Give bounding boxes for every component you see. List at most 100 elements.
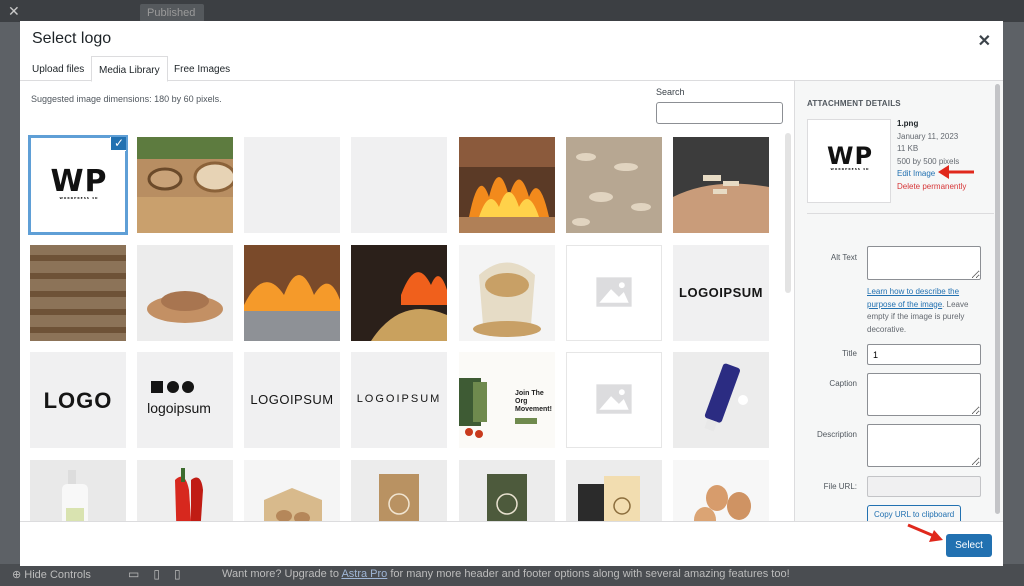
logoipsum-wave-text: LOGOIPSUM — [356, 393, 442, 405]
green-bag-photo — [459, 460, 555, 521]
attachment-chili-pepper[interactable] — [137, 460, 233, 521]
attachment-logo-block[interactable]: LOGO — [30, 352, 126, 448]
promo-suffix: for many more header and footer options … — [387, 568, 790, 580]
eggs-photo — [673, 460, 769, 521]
attachment-wood-slices-pellets[interactable] — [137, 137, 233, 233]
attachment-pellet-sack[interactable] — [459, 245, 555, 341]
details-divider — [807, 213, 994, 214]
arrow-to-edit-image-icon — [938, 165, 974, 179]
attachment-wp-logo[interactable]: WP WORDPRESS 4D ✓ — [28, 135, 128, 235]
wp-logo-letters: WP — [50, 164, 108, 199]
attachment-logoipsum-bold[interactable]: LOGOIPSUM — [673, 245, 769, 341]
alt-text-label: Alt Text — [830, 253, 857, 262]
close-customizer-icon[interactable]: ✕ — [8, 3, 20, 20]
attachment-stove-pellets[interactable] — [351, 245, 447, 341]
description-field[interactable] — [867, 424, 981, 467]
wp-logo-image: WP WORDPRESS 4D — [823, 144, 877, 171]
device-preview-icons[interactable]: ▭▯▯ — [128, 567, 195, 581]
media-router-tabs: Upload files Media Library Free Images — [20, 56, 1003, 82]
modal-toolbar: Select — [20, 521, 1003, 566]
close-icon[interactable]: ✕ — [978, 31, 991, 51]
logoipsum-bold-text: LOGOIPSUM — [679, 285, 763, 300]
wp-logo-subtitle: WORDPRESS 4D — [830, 167, 870, 171]
arrow-to-select-button-icon — [907, 523, 943, 542]
stacked-planks-photo — [30, 245, 126, 341]
select-button[interactable]: Select — [946, 534, 992, 557]
attachment-kraft-bag[interactable] — [351, 460, 447, 521]
delete-permanently-link[interactable]: Delete permanently — [897, 181, 966, 194]
attachment-wood-shavings[interactable] — [566, 137, 662, 233]
attachment-pellet-fire[interactable] — [244, 245, 340, 341]
customizer-header: ✕ Published — [0, 0, 1024, 22]
astra-pro-link[interactable]: Astra Pro — [341, 568, 387, 580]
tab-upload-files[interactable]: Upload files — [25, 56, 91, 81]
wp-logo-image: WP WORDPRESS 4D — [50, 167, 108, 200]
media-modal: Select logo ✕ Upload files Media Library… — [20, 21, 1003, 566]
file-url-label: File URL: — [823, 482, 857, 491]
sidebar-scrollbar[interactable] — [995, 84, 1000, 514]
published-button[interactable]: Published — [140, 4, 204, 22]
pellet-pile-photo — [137, 245, 233, 341]
image-placeholder-icon — [596, 384, 632, 414]
attachment-preview: WP WORDPRESS 4D — [807, 119, 891, 203]
fire-logs-photo — [459, 137, 555, 233]
title-label: Title — [842, 349, 857, 358]
mockup-headline: Join The Org Movement! — [515, 390, 552, 413]
logo-block-text: LOGO — [43, 388, 113, 413]
selected-check-icon[interactable]: ✓ — [110, 137, 126, 151]
upgrade-promo: Want more? Upgrade to Astra Pro for many… — [222, 568, 790, 580]
attachment-size: 11 KB — [897, 144, 919, 153]
attachment-details-sidebar: ATTACHMENT DETAILS WP WORDPRESS 4D 1.png … — [794, 81, 1003, 524]
grid-scrollbar[interactable] — [785, 133, 791, 293]
attachment-hand-wood-chips[interactable] — [673, 137, 769, 233]
attachment-placeholder-2[interactable] — [566, 352, 662, 448]
image-placeholder-icon — [596, 277, 632, 307]
tube-product-photo — [673, 352, 769, 448]
attachment-logoipsum-hat[interactable]: LOGOIPSUM — [244, 352, 340, 448]
alt-text-help: Learn how to describe the purpose of the… — [867, 286, 985, 336]
caption-field[interactable] — [867, 373, 981, 416]
suggested-dimensions: Suggested image dimensions: 180 by 60 pi… — [31, 94, 222, 104]
attachment-lotion-bottle[interactable] — [30, 460, 126, 521]
attachment-filename: 1.png — [897, 119, 919, 128]
attachment-green-bag[interactable] — [459, 460, 555, 521]
pellet-sack-photo — [459, 245, 555, 341]
kraft-bag-photo — [351, 460, 447, 521]
search-input[interactable] — [656, 102, 783, 124]
search-label: Search — [656, 87, 685, 97]
promo-prefix: Want more? Upgrade to — [222, 568, 342, 580]
attachment-stacked-planks[interactable] — [30, 245, 126, 341]
attachment-website-mockup[interactable]: Join The Org Movement! — [459, 352, 555, 448]
attachment-fire-logs[interactable] — [459, 137, 555, 233]
attachment-coffee-bags[interactable] — [566, 460, 662, 521]
attachment-blank-2[interactable] — [351, 137, 447, 233]
attachment-info: 1.png January 11, 2023 11 KB 500 by 500 … — [897, 118, 966, 193]
title-field[interactable] — [867, 344, 981, 365]
attachment-blank-1[interactable] — [244, 137, 340, 233]
attachment-logoipsum-circles[interactable]: logoipsum — [137, 352, 233, 448]
attachment-pellet-pile[interactable] — [137, 245, 233, 341]
wp-logo-letters: WP — [826, 142, 874, 170]
caption-label: Caption — [829, 379, 857, 388]
logoipsum-circles-text: logoipsum — [147, 400, 211, 416]
stove-pellets-photo — [351, 245, 447, 341]
attachment-placeholder-1[interactable] — [566, 245, 662, 341]
file-url-field[interactable] — [867, 476, 981, 497]
tab-media-library[interactable]: Media Library — [91, 56, 168, 82]
wood-slices-photo — [137, 137, 233, 233]
media-library-content: Suggested image dimensions: 180 by 60 pi… — [20, 81, 795, 521]
modal-title: Select logo — [32, 30, 112, 47]
attachment-tube-product[interactable] — [673, 352, 769, 448]
alt-text-field[interactable] — [867, 246, 981, 280]
customizer-footer: ⊕ Hide Controls ▭▯▯ Want more? Upgrade t… — [0, 564, 1024, 586]
tab-free-images[interactable]: Free Images — [167, 56, 237, 81]
hand-wood-chips-photo — [673, 137, 769, 233]
attachment-box-cookies[interactable] — [244, 460, 340, 521]
box-cookies-photo — [244, 460, 340, 521]
attachment-date: January 11, 2023 — [897, 131, 959, 141]
attachment-eggs[interactable] — [673, 460, 769, 521]
attachment-details-heading: ATTACHMENT DETAILS — [807, 99, 901, 108]
customizer-preview-edge — [1003, 22, 1024, 566]
attachment-logoipsum-wave[interactable]: LOGOIPSUM — [351, 352, 447, 448]
hide-controls-button[interactable]: ⊕ Hide Controls — [12, 568, 91, 581]
